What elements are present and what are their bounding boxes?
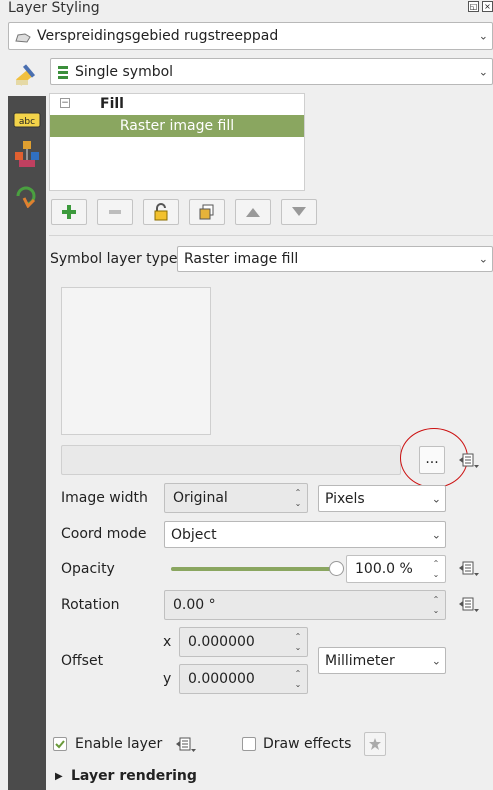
offset-y-spinbox[interactable]: 0.000000 ⌃ ⌄ (179, 664, 308, 694)
layer-rendering-header[interactable]: Layer rendering (71, 768, 197, 784)
spin-arrows-icon[interactable]: ⌃ ⌄ (293, 665, 303, 693)
opacity-label: Opacity (61, 561, 115, 577)
expand-arrow-icon[interactable]: ▶ (55, 771, 63, 782)
move-up-button[interactable] (235, 199, 271, 225)
chevron-down-icon: ⌄ (478, 65, 488, 78)
draw-effects-label[interactable]: Draw effects (263, 736, 351, 752)
image-width-unit-combo[interactable]: Pixels ⌄ (318, 485, 446, 512)
spin-arrows-icon[interactable]: ⌃ ⌄ (431, 556, 441, 582)
offset-label: Offset (61, 653, 104, 669)
chevron-down-icon: ⌄ (478, 29, 488, 43)
diagrams-icon[interactable] (13, 141, 41, 167)
collapse-icon[interactable]: − (60, 98, 70, 108)
close-icon[interactable]: × (482, 1, 493, 12)
rotation-spinbox[interactable]: 0.00 ° ⌃ ⌄ (164, 590, 446, 620)
coord-mode-label: Coord mode (61, 526, 147, 542)
image-preview (61, 287, 211, 435)
offset-x-label: x (163, 634, 172, 650)
data-defined-override-icon[interactable] (175, 735, 197, 755)
lock-color-button[interactable] (143, 199, 179, 225)
image-width-unit-value: Pixels (325, 490, 365, 507)
effects-settings-button[interactable] (364, 732, 386, 756)
rotation-label: Rotation (61, 597, 120, 613)
tree-root-fill[interactable]: Fill (100, 96, 124, 112)
opacity-spinbox[interactable]: 100.0 % ⌃ ⌄ (346, 555, 446, 583)
checkmark-icon (55, 740, 65, 749)
offset-y-label: y (163, 671, 172, 687)
chevron-down-icon: ⌄ (478, 252, 488, 266)
symbol-layer-type-label: Symbol layer type (50, 251, 178, 267)
spin-arrows-icon[interactable]: ⌃ ⌄ (293, 628, 303, 656)
data-defined-override-icon[interactable] (458, 451, 480, 471)
spin-arrows-icon[interactable]: ⌃ ⌄ (431, 591, 441, 619)
minus-icon (109, 210, 121, 214)
tree-item-raster-image-fill[interactable]: Raster image fill (50, 115, 304, 137)
offset-x-value: 0.000000 (188, 634, 255, 650)
data-defined-override-icon[interactable] (458, 595, 480, 615)
chevron-down-icon: ⌄ (431, 492, 441, 505)
offset-x-spinbox[interactable]: 0.000000 ⌃ ⌄ (179, 627, 308, 657)
arrow-up-icon (246, 208, 260, 217)
lock-icon (154, 203, 168, 221)
remove-symbol-layer-button[interactable] (97, 199, 133, 225)
layer-combo-value: Verspreidingsgebied rugstreeppad (37, 28, 279, 44)
symbology-brush-icon (14, 60, 42, 88)
data-defined-override-icon[interactable] (458, 559, 480, 579)
polygon-layer-icon (15, 31, 31, 43)
layer-combo[interactable]: Verspreidingsgebied rugstreeppad ⌄ (8, 22, 493, 50)
arrow-down-icon (292, 207, 306, 216)
labels-icon[interactable]: abc (13, 108, 41, 132)
image-width-spinbox[interactable]: Original ⌃ ⌄ (164, 483, 308, 513)
add-symbol-layer-button[interactable] (51, 199, 87, 225)
offset-unit-value: Millimeter (325, 652, 395, 669)
image-width-value: Original (173, 490, 228, 506)
enable-layer-checkbox[interactable] (53, 737, 67, 751)
history-icon[interactable] (13, 184, 41, 208)
image-width-label: Image width (61, 490, 148, 506)
opacity-value: 100.0 % (355, 561, 413, 577)
offset-unit-combo[interactable]: Millimeter ⌄ (318, 647, 446, 674)
duplicate-symbol-layer-button[interactable] (189, 199, 225, 225)
coord-mode-combo[interactable]: Object ⌄ (164, 521, 446, 548)
offset-y-value: 0.000000 (188, 671, 255, 687)
chevron-down-icon: ⌄ (431, 528, 441, 541)
divider (49, 235, 493, 236)
move-down-button[interactable] (281, 199, 317, 225)
symbol-layer-tree[interactable]: − Fill Raster image fill (49, 93, 305, 191)
duplicate-icon (199, 204, 214, 220)
opacity-slider-fill (171, 567, 337, 571)
float-icon[interactable]: ◱ (468, 1, 479, 12)
enable-layer-label[interactable]: Enable layer (75, 736, 162, 752)
star-icon (369, 738, 381, 750)
rotation-value: 0.00 ° (173, 597, 216, 613)
renderer-combo[interactable]: Single symbol ⌄ (50, 58, 493, 85)
coord-mode-value: Object (171, 526, 217, 543)
symbol-layer-type-combo[interactable]: Raster image fill ⌄ (177, 246, 493, 272)
single-symbol-icon (57, 65, 69, 79)
chevron-down-icon: ⌄ (431, 654, 441, 667)
panel-title: Layer Styling (8, 0, 100, 16)
opacity-slider-handle[interactable] (329, 561, 344, 576)
plus-icon (62, 205, 76, 219)
renderer-combo-value: Single symbol (75, 63, 174, 80)
draw-effects-checkbox[interactable] (242, 737, 256, 751)
opacity-slider-track[interactable] (171, 567, 337, 571)
image-file-path-input[interactable] (61, 445, 401, 475)
svg-text:abc: abc (19, 117, 35, 127)
spin-arrows-icon[interactable]: ⌃ ⌄ (293, 484, 303, 512)
symbol-layer-type-value: Raster image fill (184, 251, 299, 267)
